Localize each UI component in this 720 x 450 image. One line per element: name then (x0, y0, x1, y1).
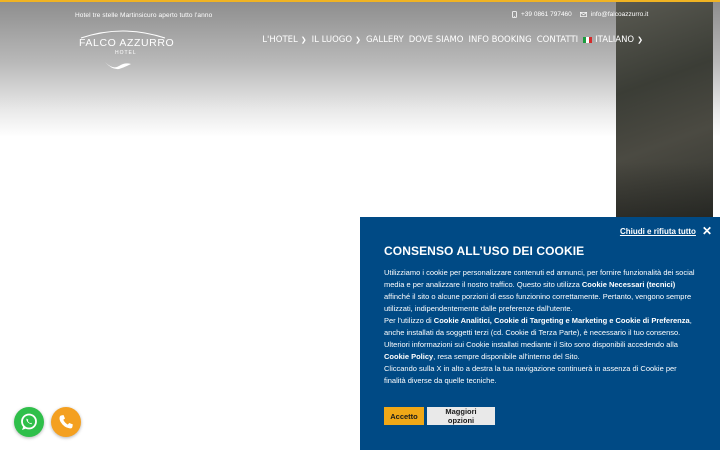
phone-icon (59, 415, 73, 429)
cookie-paragraph: Per l'utilizzo di Cookie Analitici, Cook… (384, 316, 692, 337)
cookie-consent-banner: Chiudi e rifiuta tutto ✕ CONSENSO ALL’US… (360, 217, 720, 450)
phone-number: +39 0861 797460 (521, 11, 572, 18)
nav-item-label: DOVE SIAMO (408, 35, 464, 45)
cookie-policy-link[interactable]: Cookie Policy (384, 352, 433, 361)
chevron-down-icon: ❯ (355, 36, 361, 44)
cookie-close-row: Chiudi e rifiuta tutto ✕ (620, 225, 712, 237)
nav-item-info-booking[interactable]: INFO BOOKING (468, 35, 531, 45)
cookie-paragraph: Cliccando sulla X in alto a destra la tu… (384, 364, 677, 385)
italy-flag-icon (583, 37, 593, 43)
nav-item-hotel[interactable]: L'HOTEL ❯ (262, 35, 306, 45)
nav-item-contatti[interactable]: CONTATTI (537, 35, 578, 45)
whatsapp-icon (21, 413, 37, 430)
reject-all-link[interactable]: Chiudi e rifiuta tutto (620, 227, 696, 236)
call-button[interactable] (51, 407, 81, 437)
whatsapp-button[interactable] (14, 407, 44, 437)
cookie-buttons: Accetto Maggiori opzioni (384, 407, 495, 425)
language-selector[interactable]: ITALIANO ❯ (583, 35, 643, 45)
main-nav: L'HOTEL ❯ IL LUOGO ❯ GALLERY DOVE SIAMO IN… (257, 35, 643, 45)
nav-item-label: IL LUOGO (311, 35, 353, 45)
cookie-title: CONSENSO ALL’USO DEI COOKIE (384, 244, 585, 258)
accept-button[interactable]: Accetto (384, 407, 424, 425)
header-tagline: Hotel tre stelle Martinsicuro aperto tut… (75, 12, 213, 19)
falcon-icon (105, 62, 131, 70)
more-options-button[interactable]: Maggiori opzioni (427, 407, 495, 425)
email-address: info@falcoazzurro.it (590, 11, 649, 18)
cookie-paragraph: Ulteriori informazioni sui Cookie instal… (384, 340, 678, 361)
nav-item-label: GALLERY (365, 35, 404, 45)
phone-link[interactable]: +39 0861 797460 (512, 11, 572, 18)
logo-name: FALCO AZZURRO (79, 37, 175, 49)
cookie-text: Utilizziamo i cookie per personalizzare … (384, 267, 700, 387)
close-icon[interactable]: ✕ (702, 225, 712, 237)
email-link[interactable]: info@falcoazzurro.it (579, 11, 649, 18)
chevron-down-icon: ❯ (637, 36, 643, 44)
contact-bar: +39 0861 797460 info@falcoazzurro.it (512, 11, 656, 18)
logo-sub: HOTEL (115, 50, 137, 56)
nav-item-luogo[interactable]: IL LUOGO ❯ (312, 35, 361, 45)
nav-item-label: INFO BOOKING (468, 35, 532, 45)
cookie-paragraph: Utilizziamo i cookie per personalizzare … (384, 268, 695, 313)
language-label: ITALIANO (595, 35, 635, 45)
mobile-phone-icon (512, 11, 517, 18)
chevron-down-icon: ❯ (300, 36, 307, 44)
hotel-logo[interactable]: FALCO AZZURRO HOTEL (75, 28, 174, 72)
envelope-icon (579, 12, 587, 17)
nav-item-label: CONTATTI (536, 35, 579, 45)
nav-item-gallery[interactable]: GALLERY (366, 35, 404, 45)
nav-item-label: L'HOTEL (262, 35, 298, 45)
nav-item-dove-siamo[interactable]: DOVE SIAMO (409, 35, 464, 45)
